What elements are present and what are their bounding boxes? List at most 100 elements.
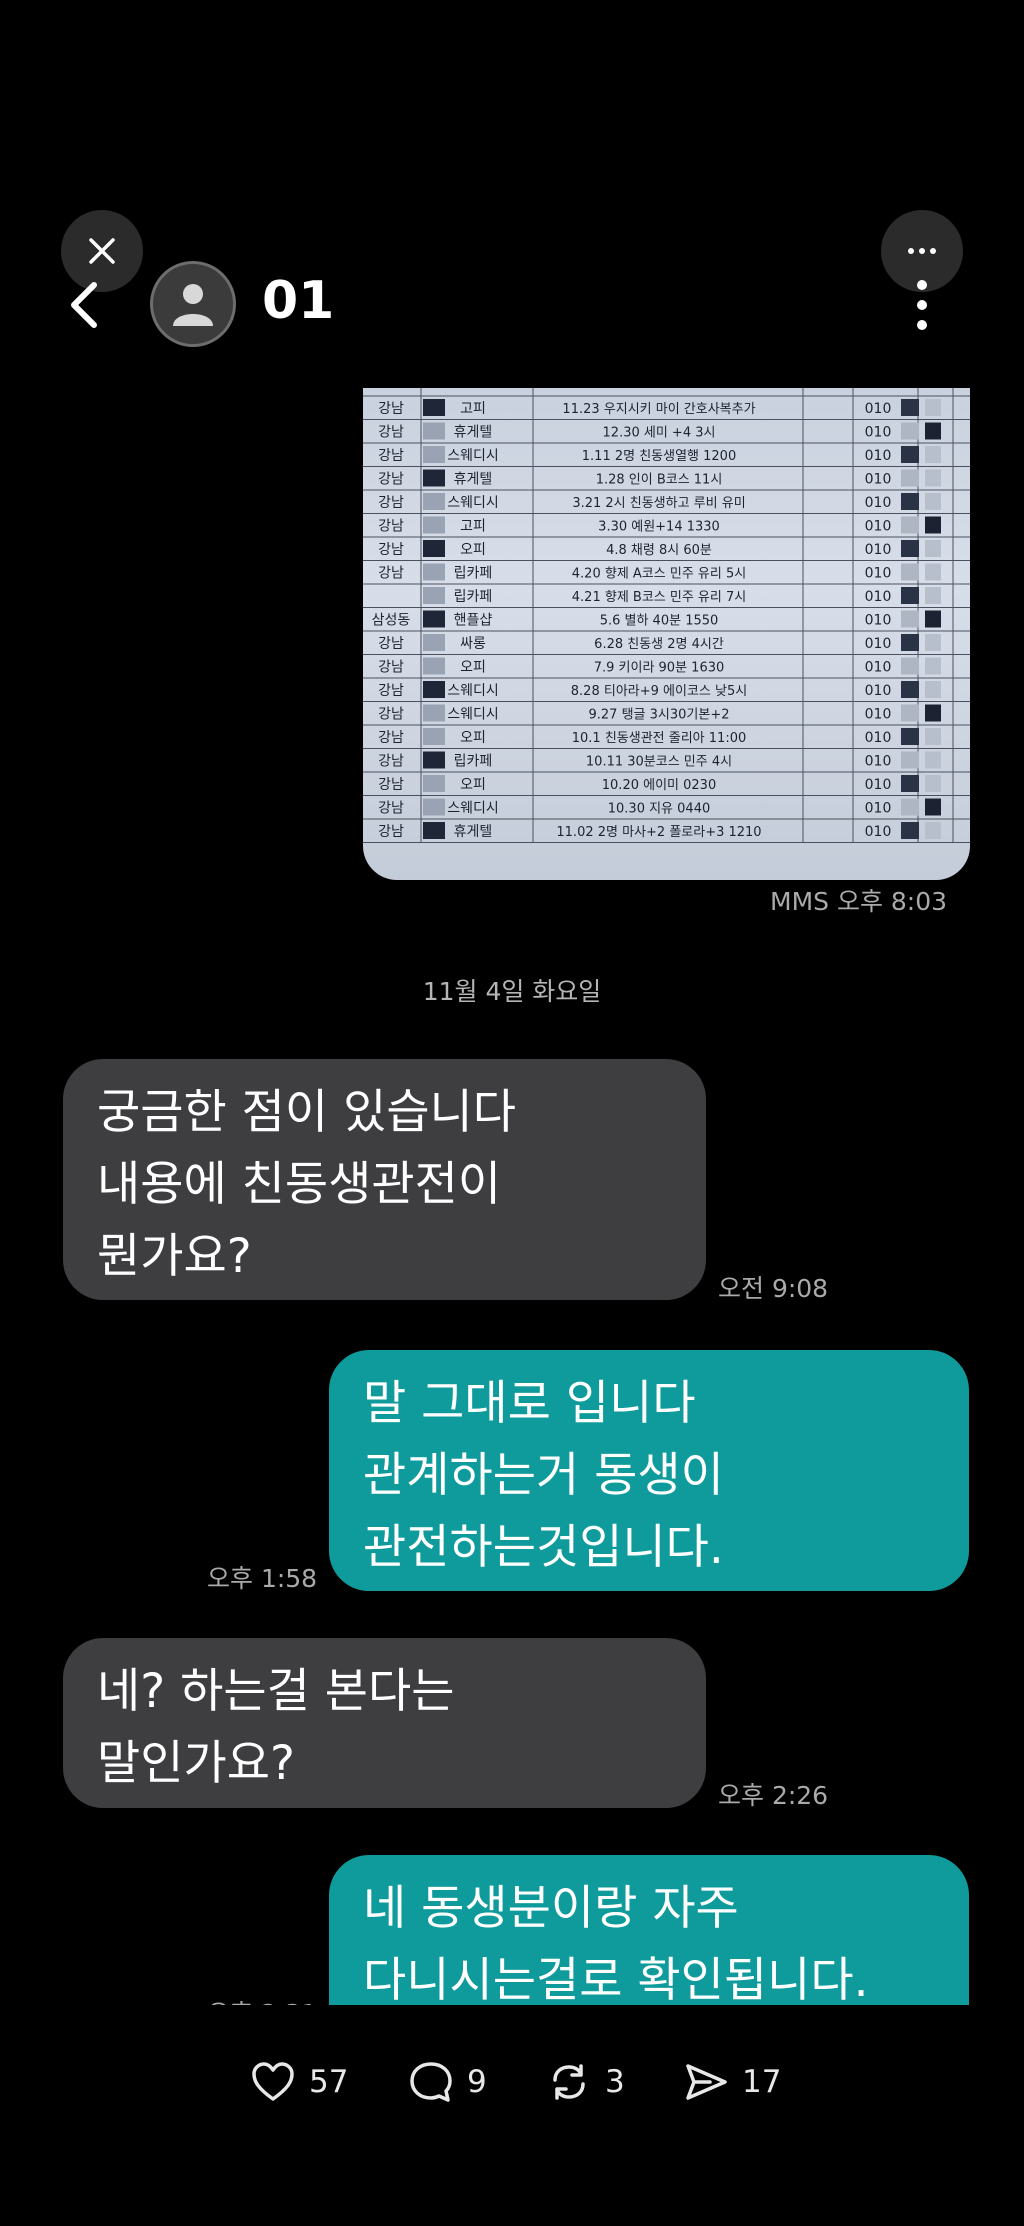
- table-cell-text: 10.11 30분코스 민주 4시: [586, 755, 732, 770]
- table-cell-text: 010: [865, 448, 892, 464]
- table-cell-text: 오피: [460, 777, 486, 793]
- table-cell-text: 9.27 탱글 3시30기본+2: [589, 708, 730, 723]
- comment-icon: [410, 2062, 452, 2102]
- table-cell-text: 010: [865, 801, 892, 817]
- more-horizontal-icon: [908, 248, 936, 254]
- table-cell-text: 010: [865, 425, 892, 441]
- table-cell-text: 강남: [378, 401, 404, 417]
- chevron-left-icon[interactable]: [66, 279, 102, 331]
- table-cell-text: 10.30 지유 0440: [608, 802, 711, 817]
- table-cell-text: 8.28 티아라+9 에이코스 낮5시: [571, 684, 747, 699]
- redaction-block: [901, 469, 919, 487]
- table-cell-text: 4.21 향제 B코스 민주 유리 7시: [572, 590, 746, 605]
- table-cell-text: 010: [865, 707, 892, 723]
- repost-icon: [553, 2064, 585, 2100]
- redaction-block: [925, 728, 941, 745]
- table-cell-text: 오피: [460, 660, 486, 676]
- redaction-block: [901, 563, 919, 581]
- share-button[interactable]: 17: [682, 2050, 781, 2114]
- redaction-block: [901, 634, 919, 651]
- message-list-clipped: 네 동생분이랑 자주 다니시는걸로 확인됩니다. 오후 2:31: [0, 1855, 1024, 2005]
- send-icon: [686, 2064, 727, 2100]
- redaction-block: [925, 540, 941, 557]
- table-cell-text: 010: [865, 754, 892, 770]
- table-cell-text: 강남: [378, 801, 404, 817]
- table-cell-text: 휴게텔: [454, 425, 493, 441]
- redaction-block: [423, 540, 445, 557]
- table-cell-text: 강남: [378, 730, 404, 746]
- table-cell-text: 강남: [378, 824, 404, 840]
- table-cell-text: 010: [865, 566, 892, 582]
- redaction-block: [423, 657, 445, 675]
- table-cell-text: 강남: [378, 448, 404, 464]
- redaction-block: [901, 516, 919, 534]
- redaction-block: [423, 469, 445, 487]
- mms-timestamp: MMS 오후 8:03: [770, 887, 948, 916]
- incoming-message-bubble[interactable]: 궁금한 점이 있습니다 내용에 친동생관전이 뭔가요?: [63, 1059, 706, 1300]
- redaction-block: [423, 493, 445, 510]
- redaction-block: [925, 587, 941, 604]
- redaction-block: [423, 798, 445, 816]
- table-cell-text: 고피: [460, 519, 486, 535]
- like-button[interactable]: 57: [249, 2050, 348, 2114]
- table-cell-text: 립카페: [454, 754, 493, 770]
- message-timestamp: 오전 9:08: [718, 1274, 829, 1303]
- redaction-block: [901, 399, 919, 416]
- table-cell-text: 강남: [378, 519, 404, 535]
- redaction-block: [423, 634, 445, 651]
- like-count: 57: [309, 2064, 349, 2100]
- reply-count: 9: [467, 2064, 487, 2100]
- table-cell-text: 010: [865, 636, 892, 652]
- redaction-block: [925, 751, 941, 769]
- redaction-block: [901, 587, 919, 604]
- redaction-block: [901, 798, 919, 816]
- table-cell-text: 010: [865, 613, 892, 629]
- redaction-block: [423, 610, 445, 628]
- table-cell-text: 4.8 채령 8시 60분: [606, 543, 712, 558]
- redaction-block: [925, 822, 941, 839]
- table-cell-text: 010: [865, 777, 892, 793]
- table-cell-text: 1.28 인이 B코스 11시: [596, 473, 723, 488]
- table-cell-text: 강남: [378, 683, 404, 699]
- redaction-block: [925, 422, 941, 440]
- table-cell-text: 스웨디시: [447, 683, 499, 699]
- redaction-block: [901, 657, 919, 675]
- table-cell-text: 1.11 2명 친동생열행 1200: [582, 448, 736, 464]
- redaction-block: [901, 681, 919, 698]
- reply-button[interactable]: 9: [407, 2050, 487, 2114]
- incoming-message-bubble[interactable]: 네? 하는걸 본다는 말인가요?: [63, 1638, 706, 1808]
- table-cell-text: 3.21 2시 친동생하고 루비 유미: [572, 496, 745, 511]
- avatar[interactable]: [150, 261, 236, 347]
- outgoing-message-bubble[interactable]: 말 그대로 입니다 관계하는거 동생이 관전하는것입니다.: [329, 1350, 969, 1591]
- message-timestamp: 오후 2:31: [207, 1994, 317, 2005]
- message-timestamp: 오후 2:26: [718, 1781, 829, 1810]
- table-cell-text: 7.9 키이라 90분 1630: [594, 661, 725, 676]
- redaction-block: [423, 587, 445, 604]
- redaction-block: [925, 493, 941, 510]
- table-cell-text: 10.1 친동생관전 줄리아 11:00: [572, 731, 747, 746]
- more-vertical-icon[interactable]: [912, 279, 932, 331]
- redaction-block: [901, 610, 919, 628]
- table-cell-text: 강남: [378, 754, 404, 770]
- redaction-block: [901, 446, 919, 463]
- table-cell-text: 10.20 에이미 0230: [602, 778, 716, 793]
- contact-name: 01: [262, 271, 335, 331]
- table-cell-text: 스웨디시: [447, 801, 499, 817]
- redaction-block: [423, 751, 445, 769]
- table-cell-text: 립카페: [454, 566, 493, 582]
- table-cell-text: 강남: [378, 636, 404, 652]
- table-cell-text: 4.20 향제 A코스 민주 유리 5시: [572, 567, 746, 582]
- redaction-block: [901, 822, 919, 839]
- redaction-block: [925, 657, 941, 675]
- redaction-block: [423, 563, 445, 581]
- repost-button[interactable]: 3: [545, 2050, 625, 2114]
- outgoing-message-bubble[interactable]: 네 동생분이랑 자주 다니시는걸로 확인됩니다.: [329, 1855, 969, 2005]
- table-cell-text: 12.30 세미 +4 3시: [603, 426, 716, 441]
- redaction-block: [925, 563, 941, 581]
- redaction-block: [925, 399, 941, 416]
- table-cell-text: 스웨디시: [447, 707, 499, 723]
- table-cell-text: 강남: [378, 542, 404, 558]
- mms-photo-attachment[interactable]: 강남 고피 11.23 우지시키 마이 간호사복추가 010 강남 휴게텔 12.30 세미…: [363, 388, 970, 880]
- redaction-block: [901, 493, 919, 510]
- conversation-header: 01: [0, 255, 1024, 355]
